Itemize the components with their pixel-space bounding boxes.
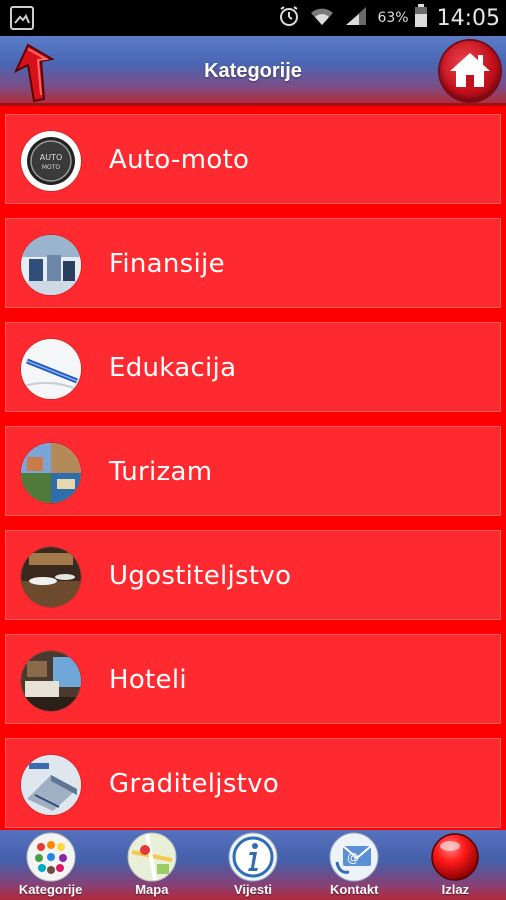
nav-label: Vijesti [233,882,273,897]
list-item-hoteli[interactable]: Hoteli [5,634,501,724]
home-icon [450,53,490,87]
education-icon [21,339,81,399]
list-item-finansije[interactable]: Finansije [5,218,501,308]
exit-icon [430,832,480,882]
category-label: Auto-moto [109,145,250,175]
category-label: Turizam [109,457,213,487]
category-list[interactable]: AUTO MOTO Auto-moto Finansije Edukacija T… [0,106,506,830]
hospitality-icon [21,547,81,607]
list-item-graditeljstvo[interactable]: Graditeljstvo [5,738,501,828]
nav-izlaz[interactable]: Izlaz [405,830,506,900]
nav-kontakt[interactable]: @ Kontakt [304,830,405,900]
category-label: Ugostiteljstvo [109,561,292,591]
list-item-ugostiteljstvo[interactable]: Ugostiteljstvo [5,530,501,620]
category-label: Edukacija [109,353,237,383]
list-item-edukacija[interactable]: Edukacija [5,322,501,412]
nav-vijesti[interactable]: Vijesti [202,830,303,900]
alarm-icon [278,5,300,31]
tourism-icon [21,443,81,503]
list-item-turizam[interactable]: Turizam [5,426,501,516]
construction-icon [21,755,81,815]
battery-icon [414,4,428,32]
hotel-icon [21,651,81,711]
battery-percent: 63% [377,10,409,26]
image-icon [10,6,34,30]
status-time: 14:05 [436,5,500,31]
svg-text:@: @ [347,851,359,865]
svg-text:AUTO: AUTO [40,153,63,162]
category-label: Hoteli [109,665,187,695]
category-label: Finansije [109,249,225,279]
svg-text:MOTO: MOTO [42,164,61,171]
info-icon [228,832,278,882]
nav-mapa[interactable]: Mapa [101,830,202,900]
status-bar: 63% 14:05 [0,0,506,36]
signal-icon [344,5,368,31]
map-icon [127,832,177,882]
finance-icon [21,235,81,295]
list-item-auto-moto[interactable]: AUTO MOTO Auto-moto [5,114,501,204]
nav-label: Mapa [135,882,169,897]
nav-kategorije[interactable]: Kategorije [0,830,101,900]
nav-label: Kategorije [18,882,83,897]
home-button[interactable] [440,41,500,101]
nav-label: Izlaz [441,882,470,897]
wifi-icon [309,5,335,31]
category-label: Graditeljstvo [109,769,280,799]
auto-moto-icon: AUTO MOTO [21,131,81,191]
page-title: Kategorije [204,60,302,82]
bottom-nav: Kategorije Mapa Vijesti @ Kontakt Izlaz [0,830,506,900]
nav-label: Kontakt [330,882,379,897]
contact-icon: @ [329,832,379,882]
categories-icon [26,832,76,882]
app-header: Kategorije [0,36,506,106]
